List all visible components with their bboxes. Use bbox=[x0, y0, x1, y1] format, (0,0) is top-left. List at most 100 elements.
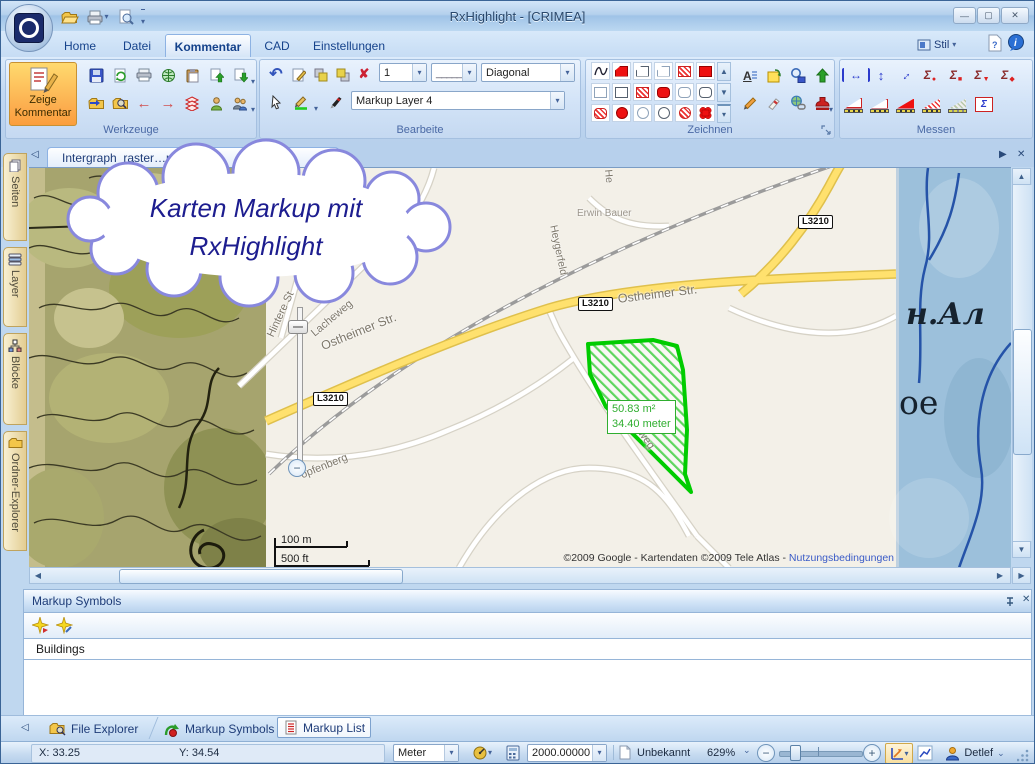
tab-datei[interactable]: Datei bbox=[111, 34, 163, 57]
gallery-scroll-up[interactable]: ▲ bbox=[717, 62, 731, 81]
pencil-markup-button[interactable] bbox=[739, 92, 761, 114]
copyright-link[interactable]: Nutzungsbedingungen bbox=[789, 552, 894, 564]
doc-tab-scroll-right[interactable]: ▶ bbox=[999, 149, 1007, 160]
reload-page-button[interactable] bbox=[109, 64, 131, 86]
shape-roundrect-hatched[interactable] bbox=[591, 104, 610, 122]
zoom-dropdown-icon[interactable]: ⌄ bbox=[743, 745, 751, 756]
shape-roundrect-white[interactable] bbox=[696, 83, 715, 101]
area-wedge-white-button[interactable] bbox=[868, 93, 892, 115]
unit-combo[interactable]: Meter ▾ bbox=[393, 744, 459, 762]
area-wedge-button[interactable] bbox=[842, 93, 866, 115]
paste-button[interactable] bbox=[181, 64, 203, 86]
pen-color-button[interactable] bbox=[289, 91, 313, 113]
shape-circle-filled[interactable] bbox=[612, 104, 631, 122]
zoom-slider-thumb[interactable] bbox=[790, 745, 801, 761]
resize-grip[interactable] bbox=[1017, 749, 1030, 762]
graph-mode-button[interactable] bbox=[915, 743, 935, 762]
shape-circle-outline[interactable] bbox=[633, 104, 652, 122]
save-button[interactable] bbox=[85, 64, 107, 86]
undo-button[interactable]: ↶ bbox=[265, 63, 287, 85]
area-total-button[interactable]: Σ bbox=[972, 93, 996, 115]
symbols-category-row[interactable]: Buildings bbox=[23, 638, 1032, 660]
tab-markup-symbols[interactable]: Markup Symbols bbox=[163, 717, 274, 741]
shape-polygon-filled[interactable] bbox=[612, 62, 631, 80]
measure-horizontal-button[interactable]: ↔ bbox=[842, 68, 870, 82]
map-zoom-out-button[interactable]: − bbox=[288, 459, 306, 477]
close-button[interactable]: ✕ bbox=[1001, 7, 1029, 24]
zeichnen-dialog-launcher-icon[interactable] bbox=[821, 125, 831, 135]
text-markup-button[interactable]: A bbox=[739, 64, 761, 86]
sidebar-item-bloecke[interactable]: Blöcke bbox=[3, 333, 27, 425]
markup-layer-combo[interactable]: Markup Layer 4 ▾ bbox=[351, 91, 565, 110]
area-wedge-pattern-button[interactable] bbox=[946, 93, 970, 115]
line-width-combo[interactable]: 1 ▾ bbox=[379, 63, 427, 82]
users-button[interactable] bbox=[229, 92, 251, 114]
pin-icon[interactable] bbox=[1004, 596, 1016, 608]
gallery-more-button[interactable]: ▾ bbox=[717, 104, 731, 123]
select-tool-button[interactable] bbox=[265, 91, 287, 113]
shape-cloud[interactable] bbox=[696, 104, 715, 122]
doc-tab-scroll-left[interactable]: ◁ bbox=[31, 149, 39, 160]
help-document-button[interactable]: ? bbox=[987, 34, 1003, 57]
hatch-style-dropdown-icon[interactable]: ▾ bbox=[565, 68, 569, 77]
save-view-button[interactable] bbox=[787, 64, 809, 86]
shape-rect-filled[interactable] bbox=[696, 62, 715, 80]
stil-button[interactable]: Stil ▾ bbox=[917, 35, 956, 55]
sum-area-circle-button[interactable]: Σ ● bbox=[918, 64, 942, 86]
users-dropdown-icon[interactable]: ▾ bbox=[251, 99, 255, 117]
search-markup-button[interactable] bbox=[109, 92, 131, 114]
sidebar-item-ordner-explorer[interactable]: Ordner-Explorer bbox=[3, 431, 27, 551]
scroll-corner-button[interactable]: ▶ bbox=[1012, 567, 1031, 584]
measure-vertical-button[interactable]: ↕ bbox=[870, 64, 892, 86]
pen-color-dropdown-icon[interactable]: ▾ bbox=[314, 98, 318, 116]
sidebar-item-seiten[interactable]: Seiten bbox=[3, 153, 27, 241]
v-scroll-down-button[interactable]: ▼ bbox=[1012, 541, 1031, 558]
hatch-style-combo[interactable]: Diagonal ▾ bbox=[481, 63, 575, 82]
zoom-out-button[interactable]: − bbox=[757, 744, 775, 762]
unit-dropdown-icon[interactable]: ▾ bbox=[449, 749, 453, 757]
tab-einstellungen[interactable]: Einstellungen bbox=[303, 34, 395, 57]
status-zoom-value[interactable]: 629% bbox=[707, 747, 735, 759]
doc-tab-close[interactable]: ✕ bbox=[1017, 149, 1025, 160]
line-style-combo[interactable]: _____ ▾ bbox=[431, 63, 477, 82]
h-scroll-left-button[interactable]: ◀ bbox=[31, 569, 45, 582]
scale-dropdown-icon[interactable]: ▾ bbox=[597, 749, 601, 757]
sidebar-item-layer[interactable]: Layer bbox=[3, 247, 27, 327]
new-symbol-icon[interactable] bbox=[32, 617, 49, 634]
minimize-button[interactable]: — bbox=[953, 7, 976, 24]
shape-rect-white[interactable] bbox=[612, 83, 631, 101]
maximize-button[interactable]: ▢ bbox=[977, 7, 1000, 24]
sum-area-diamond-button[interactable]: Σ ◆ bbox=[996, 64, 1020, 86]
export-markup-button[interactable] bbox=[85, 92, 107, 114]
bottom-tabs-scroll-left[interactable]: ◁ bbox=[21, 722, 29, 733]
gallery-scroll-down[interactable]: ▼ bbox=[717, 83, 731, 102]
h-scroll-right-button[interactable]: ▶ bbox=[993, 569, 1007, 582]
delete-markup-button[interactable]: ✘ bbox=[353, 63, 375, 85]
shape-rect-hatched-2[interactable] bbox=[633, 83, 652, 101]
line-style-dropdown-icon[interactable]: ▾ bbox=[467, 68, 471, 77]
shape-circle-white[interactable] bbox=[654, 104, 673, 122]
user-button[interactable] bbox=[205, 92, 227, 114]
tab-file-explorer[interactable]: File Explorer bbox=[49, 717, 138, 741]
user-button-status[interactable]: Detlef ⌄ bbox=[945, 744, 1005, 762]
v-scrollbar-thumb[interactable] bbox=[1013, 329, 1032, 455]
previous-markup-button[interactable]: ← bbox=[133, 92, 155, 114]
shape-polyline[interactable] bbox=[591, 62, 610, 80]
area-wedge-hatched-button[interactable] bbox=[920, 93, 944, 115]
hyperlink-button[interactable] bbox=[787, 92, 809, 114]
marker-tool-button[interactable] bbox=[325, 91, 347, 113]
info-button[interactable]: i bbox=[1007, 34, 1026, 57]
page-up-button[interactable] bbox=[205, 64, 227, 86]
note-markup-button[interactable] bbox=[763, 64, 785, 86]
next-markup-button[interactable]: → bbox=[157, 92, 179, 114]
shape-roundrect-outline[interactable] bbox=[675, 83, 694, 101]
sum-area-square-button[interactable]: Σ ■ bbox=[944, 64, 968, 86]
page-down-button[interactable] bbox=[229, 64, 251, 86]
map-zoom-thumb[interactable] bbox=[288, 320, 308, 334]
page-nav-dropdown-icon[interactable]: ▾ bbox=[251, 71, 255, 89]
measurement-label[interactable]: 50.83 m² 34.40 meter bbox=[607, 400, 676, 434]
measure-settings-button[interactable]: ▾ bbox=[465, 744, 499, 762]
cloud-callout-markup[interactable]: Karten Markup mit RxHighlight bbox=[56, 138, 454, 308]
shape-rect-hatched[interactable] bbox=[675, 62, 694, 80]
shape-circle-hatched[interactable] bbox=[675, 104, 694, 122]
